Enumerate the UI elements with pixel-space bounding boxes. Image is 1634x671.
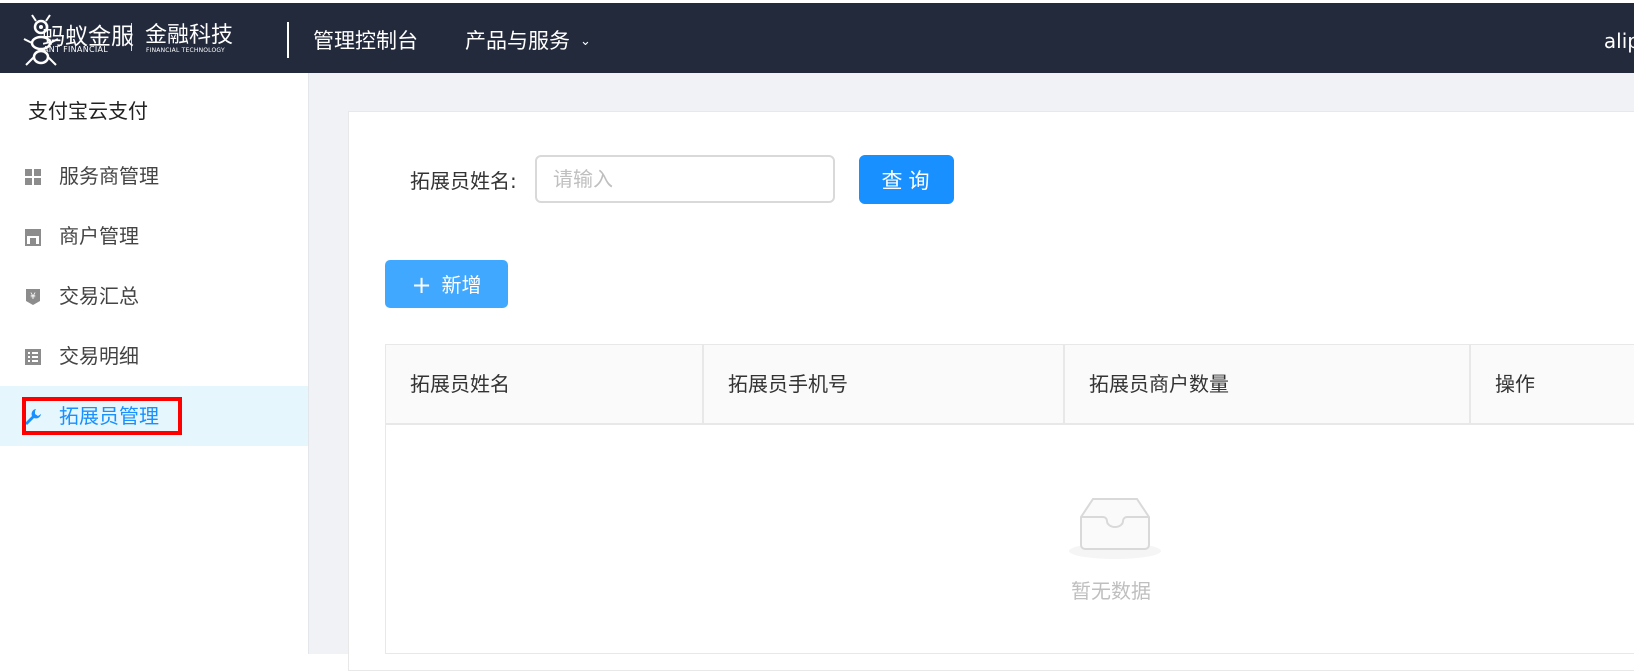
brand-subtitle-en: FINANCIAL TECHNOLOGY bbox=[146, 47, 225, 54]
search-name-label: 拓展员姓名: bbox=[410, 169, 517, 193]
table-header: 拓展员姓名 拓展员手机号 拓展员商户数量 操作 bbox=[386, 345, 1634, 425]
chevron-down-icon: ⌄ bbox=[580, 34, 591, 49]
plus-icon: + bbox=[411, 271, 432, 299]
column-header-merchant-count[interactable]: 拓展员商户数量 bbox=[1065, 345, 1471, 423]
query-button[interactable]: 查询 bbox=[859, 155, 954, 204]
sidebar-item-expander-management[interactable]: 拓展员管理 bbox=[0, 386, 308, 446]
sidebar-item-transaction-detail[interactable]: 交易明细 bbox=[0, 326, 308, 386]
brand-subtitle: 金融科技 bbox=[145, 23, 234, 48]
nav-divider bbox=[287, 22, 289, 58]
expander-table: 拓展员姓名 拓展员手机号 拓展员商户数量 操作 bbox=[385, 344, 1634, 654]
user-name: alip bbox=[1603, 29, 1634, 53]
brand-separator bbox=[131, 23, 132, 51]
sidebar-title: 支付宝云支付 bbox=[28, 99, 148, 123]
wrench-icon bbox=[25, 409, 41, 425]
brand-name-en: ANT FINANCIAL bbox=[43, 45, 109, 54]
nav-products-label: 产品与服务 bbox=[465, 29, 570, 53]
column-header-phone[interactable]: 拓展员手机号 bbox=[704, 345, 1065, 423]
sidebar-item-label: 拓展员管理 bbox=[59, 404, 159, 428]
svg-text:¥: ¥ bbox=[30, 292, 36, 302]
inbox-icon bbox=[1069, 498, 1161, 559]
search-name-input[interactable] bbox=[535, 155, 835, 203]
sidebar-item-label: 交易明细 bbox=[59, 344, 139, 368]
empty-state-text: 暂无数据 bbox=[1071, 579, 1151, 603]
sidebar-item-transaction-summary[interactable]: ¥ 交易汇总 bbox=[0, 266, 308, 326]
nav-console-link[interactable]: 管理控制台 bbox=[313, 3, 418, 73]
list-icon bbox=[25, 349, 41, 365]
sidebar-item-merchant[interactable]: 商户管理 bbox=[0, 206, 308, 266]
sidebar-item-label: 交易汇总 bbox=[59, 284, 139, 308]
top-navigation-bar: 蚂蚁金服 ANT FINANCIAL 金融科技 FINANCIAL TECHNO… bbox=[0, 0, 1634, 73]
sidebar: 支付宝云支付 服务商管理 商户管理 ¥ 交易汇总 交易明细 拓展员管理 bbox=[0, 73, 309, 654]
column-header-actions[interactable]: 操作 bbox=[1471, 345, 1634, 423]
yen-icon: ¥ bbox=[26, 289, 40, 305]
grid-icon bbox=[25, 169, 41, 185]
nav-products-menu[interactable]: 产品与服务 ⌄ bbox=[465, 3, 591, 73]
sidebar-item-service-provider[interactable]: 服务商管理 bbox=[0, 146, 308, 206]
sidebar-item-label: 商户管理 bbox=[59, 224, 139, 248]
add-button-label: 新增 bbox=[441, 273, 482, 297]
sidebar-item-label: 服务商管理 bbox=[59, 164, 159, 188]
store-icon bbox=[25, 229, 41, 246]
user-account-menu[interactable]: alip bbox=[1604, 3, 1634, 73]
nav-console-label: 管理控制台 bbox=[313, 29, 418, 53]
add-button[interactable]: + 新增 bbox=[385, 260, 508, 308]
column-header-name[interactable]: 拓展员姓名 bbox=[386, 345, 704, 423]
